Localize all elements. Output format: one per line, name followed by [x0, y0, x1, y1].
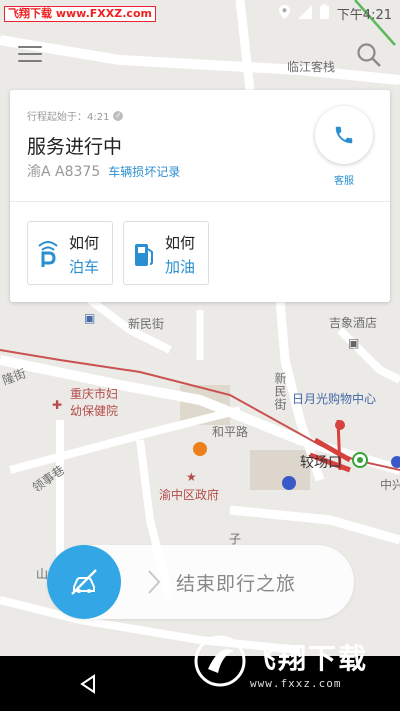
- map-label: 中兴: [380, 478, 400, 492]
- watermark: 飞翔下载 www.FXXZ.com: [4, 6, 156, 22]
- tile-line1: 如何: [69, 234, 100, 252]
- map-label: 新民街: [128, 317, 165, 331]
- back-icon[interactable]: [76, 672, 100, 696]
- end-trip-label: 结束即行之旅: [176, 573, 297, 595]
- location-icon: [278, 4, 290, 23]
- map-label: 重庆市妇: [70, 387, 119, 401]
- map-label: 幼保健院: [70, 404, 119, 418]
- search-icon: [357, 43, 381, 67]
- signal-icon: [297, 4, 312, 23]
- watermark-text: 飞翔下载: [248, 642, 369, 675]
- watermark-url: www.fxxz.com: [250, 677, 342, 690]
- menu-icon: [18, 46, 42, 48]
- map-label: 较场口: [300, 455, 342, 471]
- no-car-icon: [71, 569, 97, 595]
- customer-service[interactable]: 客服: [312, 106, 376, 187]
- parking-icon: [38, 241, 58, 267]
- bus-stop-icon: ▣: [84, 311, 96, 325]
- slider-knob[interactable]: [47, 545, 121, 619]
- map-label: 和平路: [212, 425, 249, 439]
- menu-button[interactable]: [18, 46, 42, 66]
- call-label: 客服: [334, 176, 354, 187]
- service-status-title: 服务进行中: [27, 136, 123, 158]
- map-label: 日月光购物中心: [292, 392, 377, 406]
- how-to-refuel-button[interactable]: 如何 加油: [123, 221, 209, 285]
- how-to-park-button[interactable]: 如何 泊车: [27, 221, 113, 285]
- tile-line2: 加油: [165, 258, 196, 276]
- end-trip-slider[interactable]: 结束即行之旅: [47, 545, 354, 619]
- battery-icon: [319, 4, 329, 23]
- map-label: 吉象酒店: [329, 316, 378, 330]
- phone-icon: [335, 126, 353, 144]
- status-bar: 飞翔下载 www.FXXZ.com 下午4:21: [0, 0, 400, 26]
- chevron-right-icon: [148, 570, 161, 594]
- status-time: 下午4:21: [336, 8, 392, 23]
- search-button[interactable]: [356, 42, 382, 68]
- government-icon: ★: [186, 470, 197, 484]
- divider: [10, 201, 390, 202]
- map-label: 临江客栈: [287, 60, 336, 74]
- tile-line2: 泊车: [69, 258, 100, 276]
- license-plate: 渝A A8375: [27, 164, 101, 180]
- hotel-icon: ▣: [348, 336, 360, 350]
- hospital-icon: ✚: [52, 398, 63, 412]
- fuel-icon: [135, 244, 153, 266]
- trip-card: 行程起始于：4:21 ✓ 服务进行中 渝A A8375 车辆损坏记录 客服 如何…: [10, 90, 390, 302]
- watermark-logo: 飞翔下载 www.fxxz.com: [192, 629, 392, 695]
- trip-start-time: 行程起始于：4:21 ✓: [27, 110, 124, 123]
- damage-record-link[interactable]: 车辆损坏记录: [108, 163, 180, 180]
- map-label: 新民街: [273, 372, 287, 411]
- tile-line1: 如何: [165, 234, 196, 252]
- map-label: 渝中区政府: [159, 488, 220, 502]
- call-button[interactable]: [315, 106, 373, 164]
- watermark-logo-icon: [194, 635, 246, 687]
- check-icon: ✓: [113, 110, 124, 121]
